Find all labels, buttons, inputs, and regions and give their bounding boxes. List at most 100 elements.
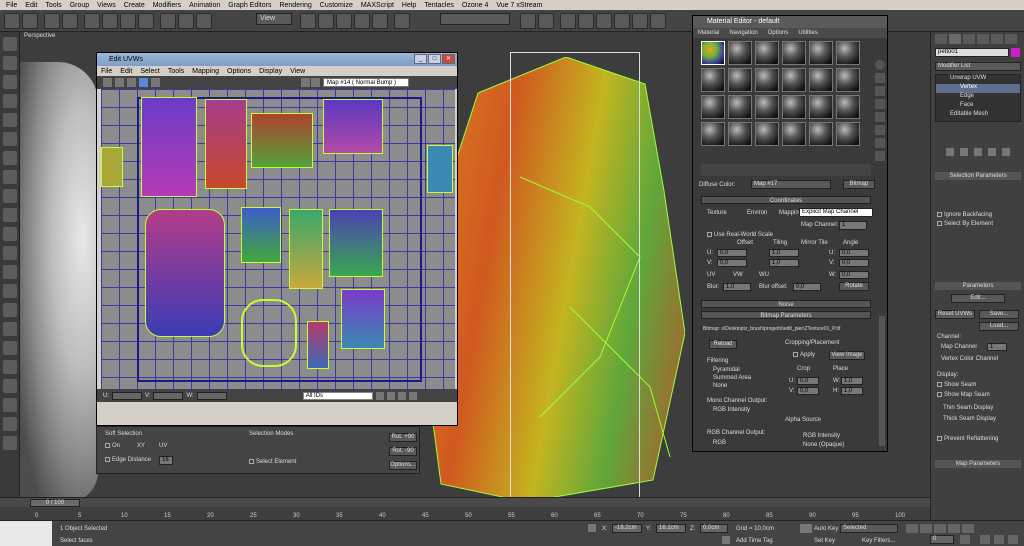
options-button[interactable]: Options... xyxy=(389,461,417,470)
sample-slot[interactable] xyxy=(782,122,806,146)
edit-button[interactable]: Edit... xyxy=(951,294,1005,303)
blur-field[interactable]: 1,0 xyxy=(723,283,751,291)
tool-icon[interactable] xyxy=(3,417,17,431)
sample-slot[interactable] xyxy=(782,68,806,92)
tool-icon[interactable] xyxy=(3,227,17,241)
xy-option[interactable]: XY xyxy=(137,443,145,449)
minimize-icon[interactable]: _ xyxy=(414,54,427,64)
tool-icon[interactable] xyxy=(3,436,17,450)
show-map-icon[interactable] xyxy=(311,78,320,87)
menu-tools[interactable]: Tools xyxy=(41,2,65,9)
pan-icon[interactable] xyxy=(375,391,384,400)
uv-menu-tools[interactable]: Tools xyxy=(164,68,188,75)
window-crossing-icon[interactable] xyxy=(138,13,154,29)
vertex-color-channel-option[interactable]: Vertex Color Channel xyxy=(941,356,998,362)
menu-group[interactable]: Group xyxy=(66,2,93,9)
move-icon[interactable] xyxy=(160,13,176,29)
select-icon[interactable] xyxy=(84,13,100,29)
sample-slot[interactable] xyxy=(701,68,725,92)
tool-icon[interactable] xyxy=(3,322,17,336)
tool-icon[interactable] xyxy=(3,170,17,184)
key-filters-button[interactable]: Key Filters... xyxy=(862,538,895,544)
tool-icon[interactable] xyxy=(3,151,17,165)
v-tiling-field[interactable]: 1,0 xyxy=(769,259,799,267)
tool-icon[interactable] xyxy=(3,113,17,127)
texture-option[interactable]: Texture xyxy=(707,210,727,216)
uv-island[interactable] xyxy=(241,299,297,367)
make-preview-icon[interactable] xyxy=(875,125,885,135)
backlight-icon[interactable] xyxy=(875,73,885,83)
crop-h-field[interactable]: 1,0 xyxy=(841,387,863,395)
thick-seam-option[interactable]: Thick Seam Display xyxy=(943,416,996,422)
maxscript-listener[interactable] xyxy=(0,521,52,546)
create-tab-icon[interactable] xyxy=(935,34,947,44)
select-by-name-icon[interactable] xyxy=(102,13,118,29)
pyramidal-option[interactable]: Pyramidal xyxy=(713,367,740,373)
tool-icon[interactable] xyxy=(3,189,17,203)
undo-icon[interactable] xyxy=(4,13,20,29)
reference-coordinate-dropdown[interactable]: View xyxy=(256,13,292,25)
uv-menu-select[interactable]: Select xyxy=(136,68,163,75)
z-coordinate-field[interactable]: 0,0cm xyxy=(700,524,728,533)
lock-selection-icon[interactable] xyxy=(588,524,596,532)
show-seam-checkbox[interactable] xyxy=(937,382,942,387)
snap-icon[interactable] xyxy=(318,13,334,29)
stack-vertex[interactable]: Vertex xyxy=(936,84,1020,93)
display-tab-icon[interactable] xyxy=(991,34,1003,44)
map-dropdown[interactable]: Map #14 ( Normal Bump ) xyxy=(323,78,409,87)
add-time-tag-button[interactable]: Add Time Tag xyxy=(736,538,773,544)
tool-icon[interactable] xyxy=(3,246,17,260)
stack-unwrap-uvw[interactable]: Unwrap UVW xyxy=(936,75,1020,84)
background-icon[interactable] xyxy=(875,86,885,96)
map-channel-field[interactable]: 1 xyxy=(987,343,1007,351)
percent-snap-icon[interactable] xyxy=(354,13,370,29)
mapping-dropdown[interactable]: Explicit Map Channel xyxy=(799,208,873,217)
environ-option[interactable]: Environ xyxy=(747,210,767,216)
sample-slot[interactable] xyxy=(701,122,725,146)
rotate-icon[interactable] xyxy=(115,78,124,87)
tool-icon[interactable] xyxy=(3,341,17,355)
sample-slot[interactable] xyxy=(836,68,860,92)
sample-type-icon[interactable] xyxy=(875,60,885,70)
uv-island[interactable] xyxy=(241,207,281,263)
u-offset-field[interactable]: 0,0 xyxy=(717,249,747,257)
menu-views[interactable]: Views xyxy=(93,2,120,9)
uv-menu-options[interactable]: Options xyxy=(223,68,255,75)
uv-option[interactable]: UV xyxy=(707,272,715,278)
none-option[interactable]: None xyxy=(713,383,727,389)
scale-icon[interactable] xyxy=(127,78,136,87)
object-name-field[interactable]: petto01 xyxy=(935,48,1009,57)
x-coordinate-field[interactable]: -18.2cm xyxy=(612,524,642,533)
freeform-icon[interactable] xyxy=(139,78,148,87)
scale-icon[interactable] xyxy=(196,13,212,29)
menu-maxscript[interactable]: MAXScript xyxy=(357,2,398,9)
spinner-snap-icon[interactable] xyxy=(372,13,388,29)
select-by-material-icon[interactable] xyxy=(875,151,885,161)
maximize-viewport-icon[interactable] xyxy=(1008,535,1018,544)
id-filter-dropdown[interactable]: All IDs xyxy=(302,391,373,400)
w-field[interactable] xyxy=(196,391,227,400)
options-icon[interactable] xyxy=(875,138,885,148)
go-to-start-icon[interactable] xyxy=(906,524,918,533)
sample-slot[interactable] xyxy=(755,41,779,65)
named-selection-icon[interactable] xyxy=(394,13,410,29)
reload-button[interactable]: Reload xyxy=(709,340,737,349)
uv-menu-display[interactable]: Display xyxy=(255,68,286,75)
w-angle-field[interactable]: 0,0 xyxy=(839,271,869,279)
utilities-tab-icon[interactable] xyxy=(1005,34,1017,44)
tool-icon[interactable] xyxy=(3,56,17,70)
coordinates-rollout[interactable]: Coordinates xyxy=(701,196,871,204)
uv-option[interactable]: UV xyxy=(159,443,167,449)
checker-icon[interactable] xyxy=(301,78,310,87)
mat-menu-navigation[interactable]: Navigation xyxy=(724,30,762,36)
configure-modifier-icon[interactable] xyxy=(1002,148,1010,156)
v-field[interactable] xyxy=(153,391,184,400)
orbit-view-icon[interactable] xyxy=(994,535,1004,544)
menu-edit[interactable]: Edit xyxy=(21,2,41,9)
map-type-button[interactable]: Bitmap xyxy=(843,180,875,189)
sample-slot[interactable] xyxy=(782,95,806,119)
rotate-button[interactable]: Rotate xyxy=(839,282,869,291)
thin-seam-option[interactable]: Thin Seam Display xyxy=(943,405,993,411)
previous-frame-icon[interactable] xyxy=(920,524,932,533)
mat-menu-options[interactable]: Options xyxy=(763,30,794,36)
